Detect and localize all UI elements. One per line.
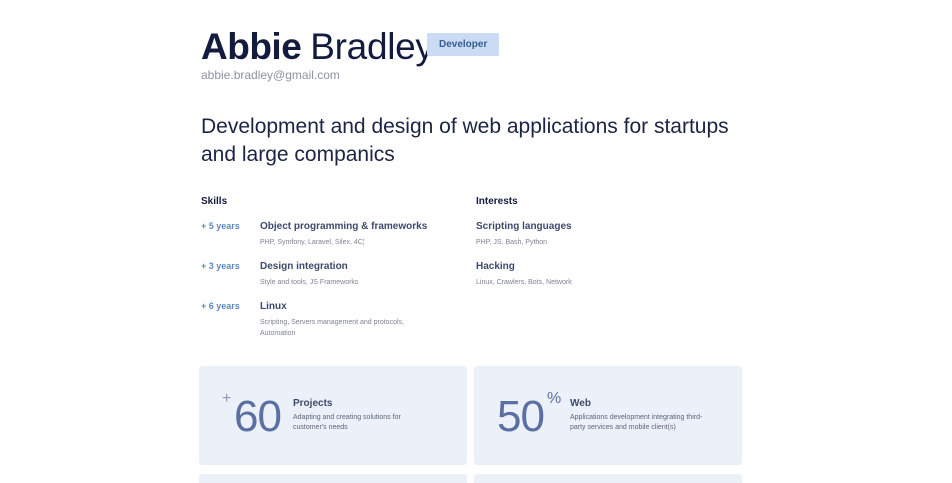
stat-card: [199, 474, 467, 483]
stat-title: Projects: [293, 398, 333, 409]
skill-years: + 3 years: [201, 261, 240, 271]
stat-desc: Applications development integrating thi…: [570, 414, 703, 431]
stat-suffix: %: [547, 390, 562, 407]
skill-desc: Style and tools, JS Frameworks: [260, 279, 359, 286]
stat-text: Projects Adapting and creating solutions…: [293, 398, 433, 433]
resume-page: Abbie Bradley Developer abbie.bradley@gm…: [0, 0, 952, 483]
skill-title: Design integration: [260, 261, 348, 272]
first-name: Abbie: [201, 26, 302, 67]
skill-item: + 6 years Linux Scripting, Servers manag…: [201, 301, 461, 339]
interest-title: Hacking: [476, 261, 515, 272]
skill-desc: PHP, Symfony, Laravel, Silex, 4C¦: [260, 239, 365, 246]
tagline: Development and design of web applicatio…: [201, 115, 729, 166]
stat-number: 60: [234, 392, 282, 441]
skill-years: + 6 years: [201, 301, 240, 311]
interest-desc: PHP, JS, Bash, Python: [476, 239, 548, 246]
skill-title: Linux: [260, 301, 287, 312]
skill-item: + 3 years Design integration Style and t…: [201, 261, 461, 288]
profile-header: Abbie Bradley Developer abbie.bradley@gm…: [201, 26, 500, 82]
interest-desc: Linux, Crawlers, Bots, Network: [476, 279, 572, 286]
interest-item: Scripting languages PHP, JS, Bash, Pytho…: [476, 221, 736, 248]
stat-prefix: +: [222, 390, 232, 407]
name-row: Abbie Bradley: [201, 26, 434, 68]
skills-section: Skills + 5 years Object programming & fr…: [201, 196, 461, 352]
stat-card-projects: + 60 Projects Adapting and creating solu…: [199, 366, 467, 465]
stat-title: Web: [570, 398, 591, 409]
email-link[interactable]: abbie.bradley@gmail.com: [201, 68, 434, 82]
interest-title: Scripting languages: [476, 221, 572, 232]
skill-title: Object programming & frameworks: [260, 221, 428, 232]
stat-card-web: 50 % Web Applications development integr…: [474, 366, 742, 465]
skill-desc: Scripting, Servers management and protoc…: [260, 319, 404, 337]
stat-number: 50: [497, 392, 545, 441]
last-name: Bradley: [310, 26, 434, 67]
stat-text: Web Applications development integrating…: [570, 398, 710, 433]
stat-desc: Adapting and creating solutions for cust…: [293, 414, 401, 431]
interests-title: Interests: [476, 196, 518, 207]
interests-section: Interests Scripting languages PHP, JS, B…: [476, 196, 736, 301]
skill-years: + 5 years: [201, 221, 240, 231]
interest-item: Hacking Linux, Crawlers, Bots, Network: [476, 261, 736, 288]
skill-item: + 5 years Object programming & framework…: [201, 221, 461, 248]
role-badge: Developer: [427, 33, 500, 56]
skills-title: Skills: [201, 196, 228, 207]
stat-card: [474, 474, 742, 483]
